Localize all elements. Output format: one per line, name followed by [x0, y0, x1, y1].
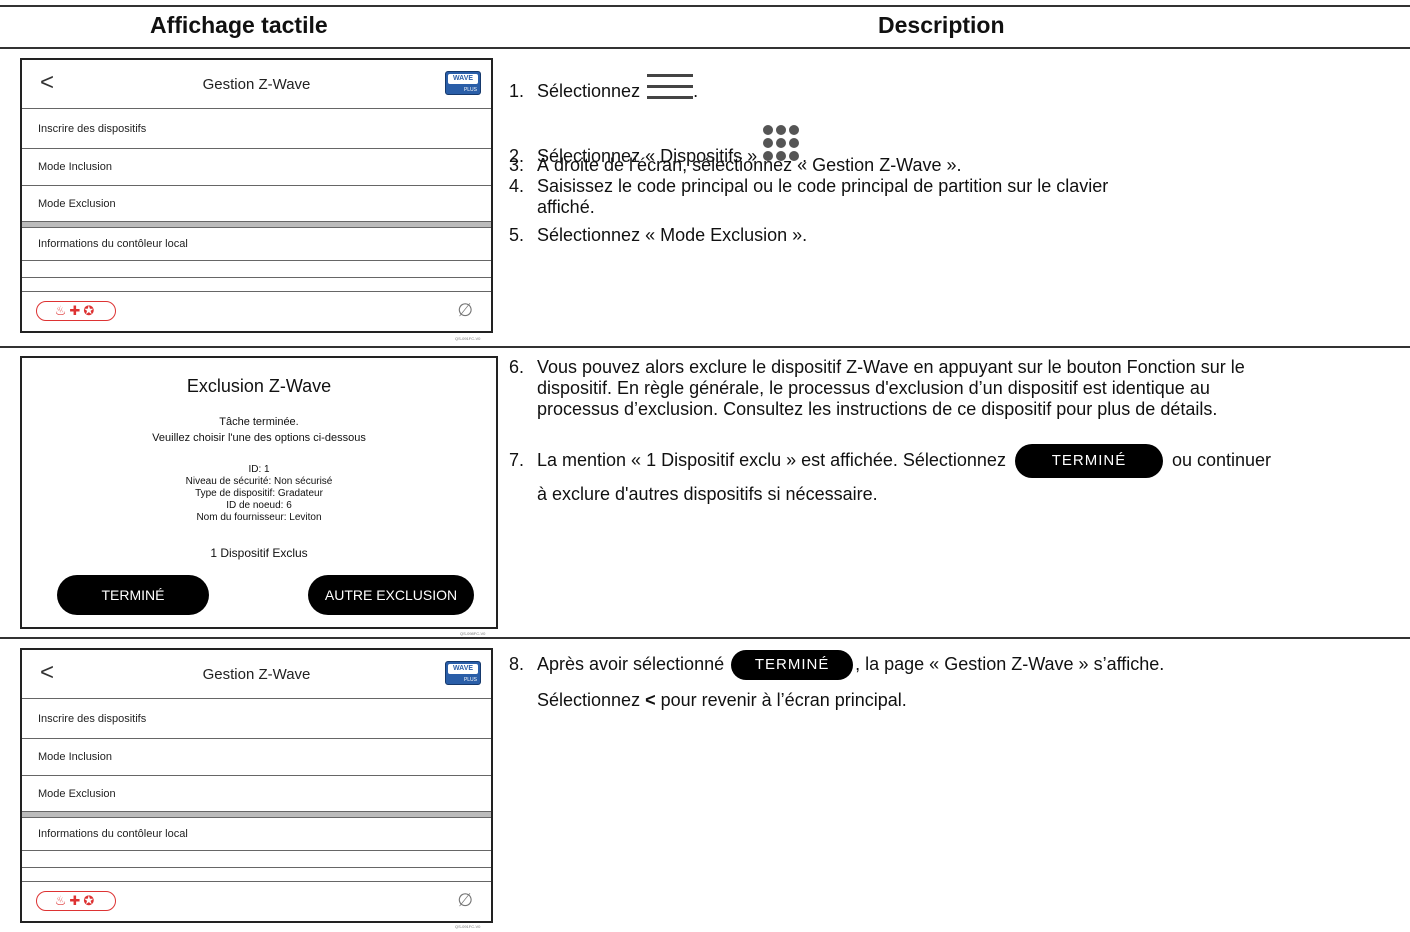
figure-ref: QS-091FC-V0: [455, 336, 481, 341]
step-8-continued: Sélectionnez < pour revenir à l’écran pr…: [537, 690, 907, 710]
task-complete-text: Tâche terminée.: [219, 416, 299, 428]
header-description: Description: [878, 12, 1005, 38]
menu-item-empty: [22, 868, 491, 882]
security-level: Niveau de sécurité: Non sécurisé: [185, 476, 333, 487]
node-id: ID de noeud: 6: [226, 500, 292, 511]
menu-item-local-controller-info[interactable]: Informations du contôleur local: [22, 818, 491, 851]
step-4: 4. Saisissez le code principal ou le code…: [509, 176, 1109, 217]
step-1: 1. Sélectionnez .: [509, 72, 698, 102]
header-rule: [0, 47, 1410, 49]
zwave-plus-logo: WAVE PLUS: [445, 71, 481, 95]
figure-ref: QS-098FC-V0: [460, 631, 486, 636]
figure-ref: QS-091FC-V0: [455, 924, 481, 929]
screen-title: Gestion Z-Wave: [202, 666, 311, 683]
back-symbol: <: [645, 690, 656, 710]
emergency-buttons[interactable]: ♨✚✪: [36, 891, 116, 911]
title-bar: < Gestion Z-Wave WAVE PLUS: [22, 650, 491, 699]
menu-item-empty: [22, 261, 491, 278]
step-7: 7. La mention « 1 Dispositif exclu » est …: [509, 444, 1271, 478]
menu-item-exclusion-mode[interactable]: Mode Exclusion: [22, 186, 491, 222]
table-top-rule: [0, 5, 1410, 7]
done-pill-icon: TERMINÉ: [731, 650, 854, 680]
choose-option-text: Veuillez choisir l'une des options ci-de…: [152, 432, 366, 444]
menu-item-inclusion-mode[interactable]: Mode Inclusion: [22, 739, 491, 776]
menu-item-inclusion-mode[interactable]: Mode Inclusion: [22, 149, 491, 186]
done-button[interactable]: TERMINÉ: [57, 575, 209, 615]
emergency-buttons[interactable]: ♨✚✪: [36, 301, 116, 321]
step-6: 6. Vous pouvez alors exclure le dispositi…: [509, 357, 1245, 419]
footer-bar: ♨✚✪ ∅: [22, 292, 491, 332]
zwave-exclusion-screen: Exclusion Z-Wave Tâche terminée. Veuille…: [20, 356, 498, 629]
row-divider-1: [0, 346, 1410, 348]
step-8: 8. Après avoir sélectionné TERMINÉ, la pa…: [509, 650, 1164, 680]
done-pill-icon: TERMINÉ: [1014, 444, 1163, 478]
exclusion-title: Exclusion Z-Wave: [186, 376, 332, 396]
footer-bar: ♨✚✪ ∅: [22, 882, 491, 922]
exclude-another-button[interactable]: AUTRE EXCLUSION: [308, 575, 474, 615]
menu-item-empty: [22, 278, 491, 292]
step-5: 5. Sélectionnez « Mode Exclusion ».: [509, 225, 808, 245]
menu-item-exclusion-mode[interactable]: Mode Exclusion: [22, 776, 491, 812]
header-touch-display: Affichage tactile: [150, 12, 328, 38]
zwave-management-screen: < Gestion Z-Wave WAVE PLUS Inscrire des …: [20, 648, 493, 923]
menu-item-local-controller-info[interactable]: Informations du contôleur local: [22, 228, 491, 261]
screen-title: Gestion Z-Wave: [202, 76, 311, 93]
step-3: 3. À droite de l’écran, sélectionnez « Ge…: [509, 155, 962, 175]
no-trouble-icon: ∅: [457, 890, 473, 910]
row-divider-2: [0, 637, 1410, 639]
excluded-count: 1 Dispositif Exclus: [210, 546, 308, 560]
vendor-name: Nom du fournisseur: Leviton: [196, 512, 322, 523]
zwave-plus-logo: WAVE PLUS: [445, 661, 481, 685]
menu-icon: [647, 72, 694, 102]
device-id: ID: 1: [248, 464, 270, 475]
title-bar: < Gestion Z-Wave WAVE PLUS: [22, 60, 491, 109]
menu-item-enroll-devices[interactable]: Inscrire des dispositifs: [22, 109, 491, 149]
zwave-management-screen: < Gestion Z-Wave WAVE PLUS Inscrire des …: [20, 58, 493, 333]
step-7-continued: à exclure d'autres dispositifs si nécess…: [537, 484, 878, 504]
menu-item-enroll-devices[interactable]: Inscrire des dispositifs: [22, 699, 491, 739]
no-trouble-icon: ∅: [457, 300, 473, 320]
device-type: Type de dispositif: Gradateur: [195, 488, 323, 499]
menu-item-empty: [22, 851, 491, 868]
